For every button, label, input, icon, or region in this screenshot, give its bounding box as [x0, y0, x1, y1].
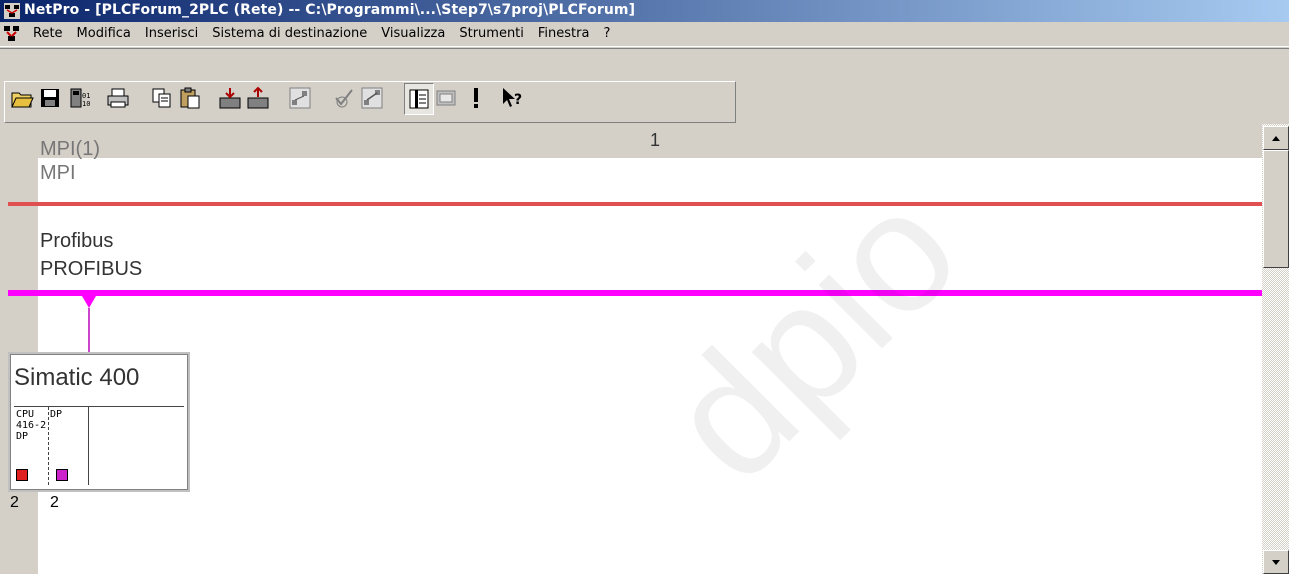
scroll-down-button[interactable]: [1263, 550, 1289, 574]
open-button[interactable]: [8, 83, 36, 113]
document-window-icon[interactable]: [3, 24, 21, 44]
menu-bar: Rete Modifica Inserisci Sistema di desti…: [0, 22, 1289, 47]
mpi-address: 2: [10, 494, 19, 511]
scroll-up-button[interactable]: [1263, 126, 1289, 150]
svg-text:?: ?: [514, 92, 522, 108]
link-icon: [361, 87, 383, 109]
paste-button[interactable]: [176, 83, 204, 113]
upload-icon: [247, 86, 269, 109]
exclamation-button[interactable]: [462, 83, 490, 113]
svg-text:10: 10: [82, 100, 90, 108]
network-config-button[interactable]: 01 10: [66, 83, 94, 113]
station-rack: CPU 416-2 DP DP: [14, 406, 184, 485]
scrollbar-thumb[interactable]: [1263, 150, 1289, 268]
save-icon: [41, 89, 59, 107]
menu-help[interactable]: ?: [596, 26, 617, 41]
menu-visualizza[interactable]: Visualizza: [374, 26, 452, 41]
arrow-up-icon: [1272, 135, 1280, 141]
station-name: Simatic 400: [14, 364, 140, 391]
menu-inserisci[interactable]: Inserisci: [138, 26, 205, 41]
window-title: NetPro - [PLCForum_2PLC (Rete) -- C:\Pro…: [24, 2, 636, 18]
profibus-connection-line[interactable]: [88, 308, 90, 352]
zoom-button[interactable]: [432, 83, 460, 113]
configure-network-icon: [289, 87, 311, 109]
menu-modifica[interactable]: Modifica: [70, 26, 138, 41]
menu-finestra[interactable]: Finestra: [531, 26, 597, 41]
print-icon: [107, 88, 129, 108]
exclamation-icon: [474, 88, 478, 108]
profibus-subnet-line[interactable]: [8, 290, 1262, 296]
consistency-check-icon: [335, 89, 353, 108]
download-icon: [219, 88, 241, 109]
help-pointer-icon: ?: [503, 88, 522, 108]
cpu-slot[interactable]: CPU 416-2 DP: [14, 407, 49, 485]
open-folder-icon: [11, 92, 34, 108]
dp-port[interactable]: [56, 469, 68, 481]
title-bar: NetPro - [PLCForum_2PLC (Rete) -- C:\Pro…: [0, 0, 1289, 22]
vertical-scrollbar[interactable]: [1262, 124, 1289, 574]
mpi-network-type[interactable]: MPI: [40, 162, 76, 184]
upload-button[interactable]: [244, 83, 272, 113]
network-config-icon: 0110: [70, 88, 90, 108]
menu-strumenti[interactable]: Strumenti: [452, 26, 531, 41]
consistency-check-button[interactable]: [330, 83, 358, 113]
catalog-toggle-button[interactable]: [404, 83, 434, 115]
menu-items: Rete Modifica Inserisci Sistema di desti…: [26, 26, 617, 41]
copy-icon: [152, 88, 171, 108]
profibus-network-type[interactable]: PROFIBUS: [40, 258, 142, 280]
dp-slot[interactable]: DP: [48, 407, 89, 485]
profibus-connection-point[interactable]: [82, 296, 96, 308]
netpro-app-icon[interactable]: [3, 2, 21, 20]
mpi-port[interactable]: [16, 469, 28, 481]
help-pointer-button[interactable]: ?: [498, 83, 526, 113]
svg-text:01: 01: [82, 92, 90, 100]
toolbar: 01 10 ?: [0, 48, 1289, 125]
profibus-network-name[interactable]: Profibus: [40, 230, 113, 252]
save-button[interactable]: [36, 83, 64, 113]
mpi-network-name[interactable]: MPI(1): [40, 138, 100, 160]
print-button[interactable]: [104, 83, 132, 113]
canvas-column-header: 1: [38, 124, 1262, 158]
network-canvas[interactable]: 1 MPI(1) MPI Profibus PROFIBUS Simatic 4…: [0, 124, 1262, 574]
canvas-left-margin: [0, 124, 38, 574]
copy-button[interactable]: [148, 83, 176, 113]
catalog-icon: [409, 89, 429, 109]
zoom-icon: [436, 90, 456, 106]
menu-sistema-di-destinazione[interactable]: Sistema di destinazione: [205, 26, 374, 41]
station-simatic-400[interactable]: Simatic 400 CPU 416-2 DP DP: [8, 352, 190, 492]
arrow-down-icon: [1272, 559, 1280, 565]
download-button[interactable]: [216, 83, 244, 113]
link-button[interactable]: [358, 83, 386, 113]
paste-icon: [180, 87, 200, 109]
cpu-slot-label: CPU 416-2 DP: [16, 409, 47, 442]
configure-network-button[interactable]: [286, 83, 314, 113]
dp-slot-label: DP: [50, 409, 63, 420]
mpi-subnet-line[interactable]: [8, 202, 1262, 206]
column-number: 1: [650, 130, 661, 150]
dp-address: 2: [50, 494, 59, 511]
menu-rete[interactable]: Rete: [26, 26, 70, 41]
